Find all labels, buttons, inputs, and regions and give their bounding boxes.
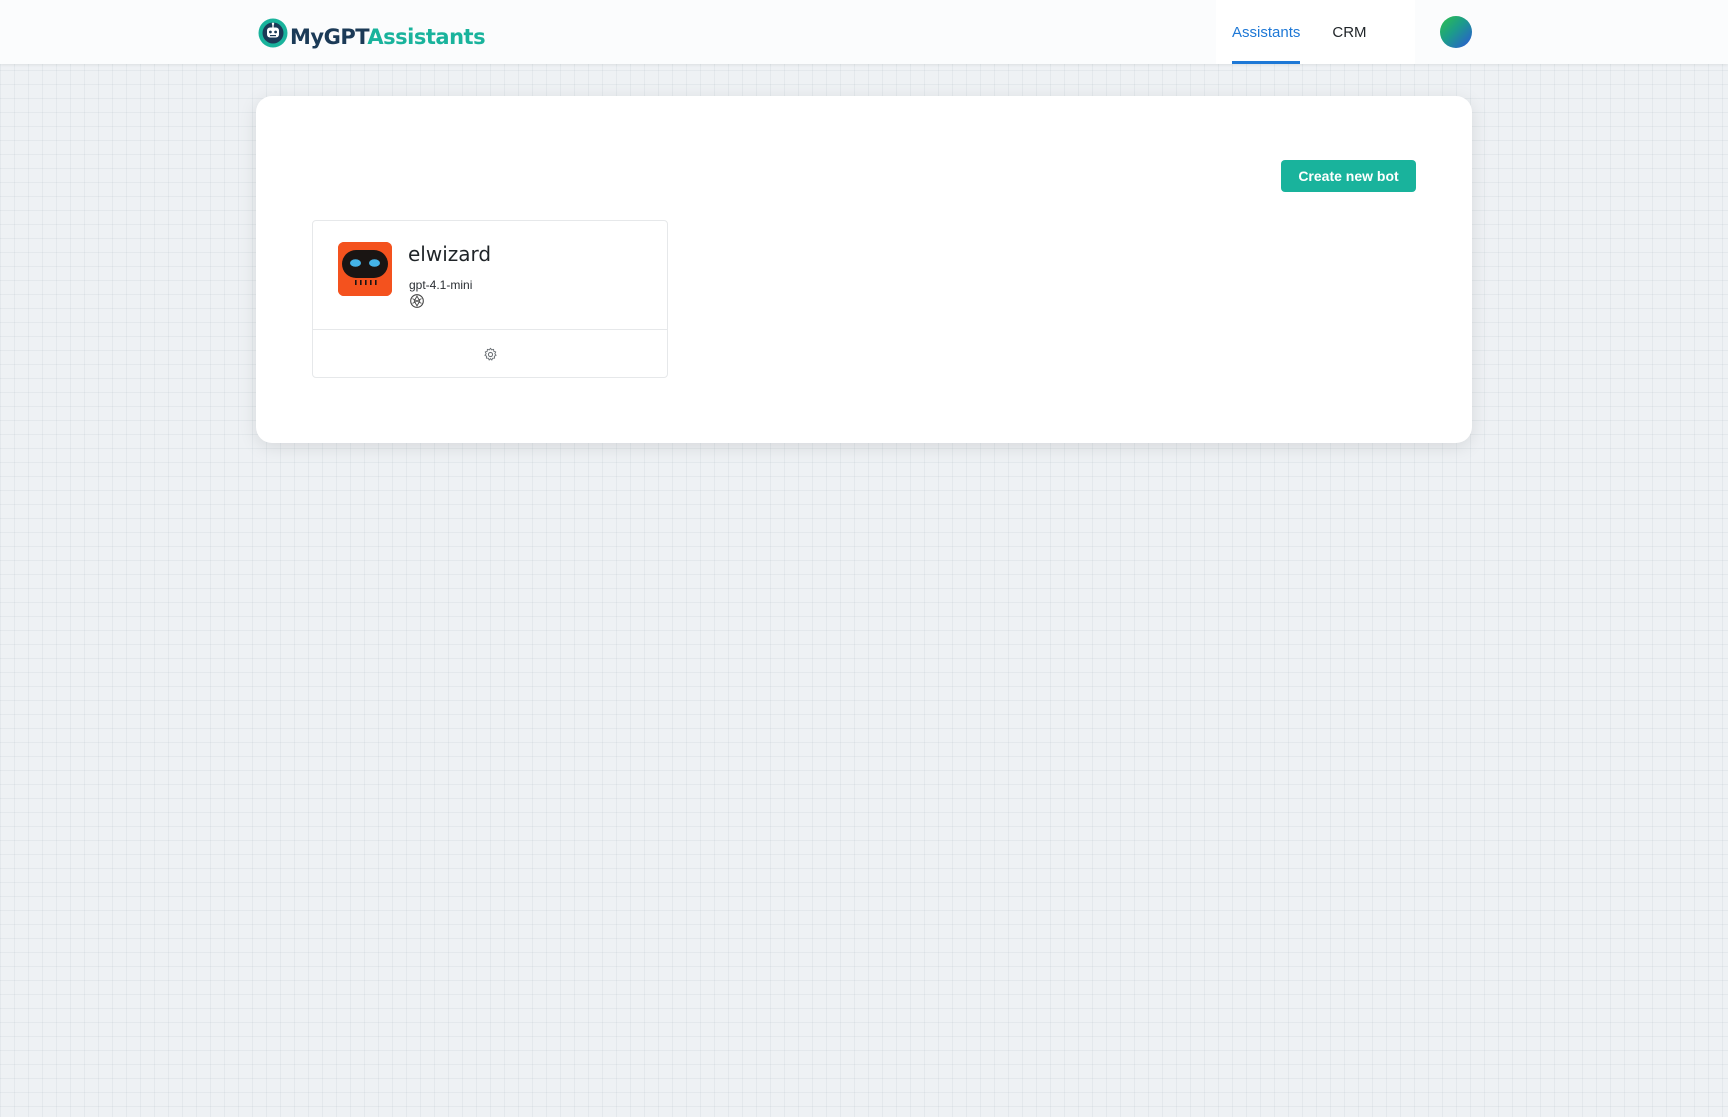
top-header: MyGPTAssistants Assistants CRM [0,0,1728,64]
bot-card-footer [313,330,667,378]
create-new-bot-button[interactable]: Create new bot [1281,160,1416,192]
robot-face-icon [338,242,392,296]
user-avatar[interactable] [1440,16,1472,48]
bot-card-header[interactable]: elwizard gpt-4.1-mini [313,221,667,330]
bot-avatar [338,242,392,296]
logo-wordmark: MyGPTAssistants [290,24,486,49]
openai-icon [410,294,424,308]
main-nav: Assistants CRM [1216,0,1415,64]
assistants-panel: Create new bot elwizard gpt-4.1-mini [256,96,1472,443]
nav-tab-assistants[interactable]: Assistants [1232,0,1301,64]
bot-name: elwizard [408,242,492,266]
gear-icon[interactable] [483,347,498,362]
nav-tab-crm[interactable]: CRM [1332,0,1366,64]
bot-model: gpt-4.1-mini [409,278,473,292]
bot-card[interactable]: elwizard gpt-4.1-mini [312,220,668,378]
robot-logo-icon [258,18,288,48]
app-logo[interactable]: MyGPTAssistants [258,16,486,50]
